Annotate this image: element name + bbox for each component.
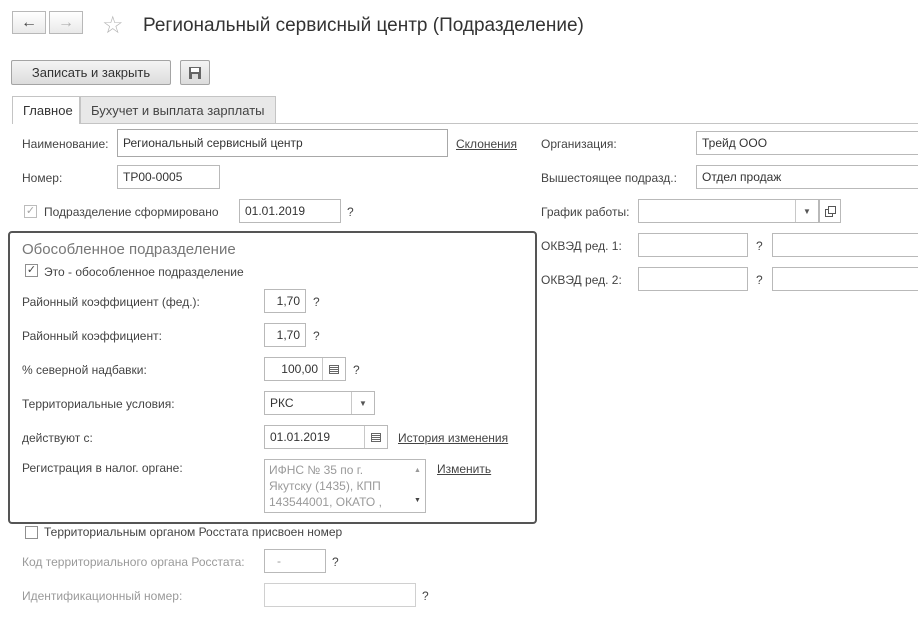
is-separate-checkbox[interactable]: ✓ xyxy=(25,264,38,277)
open-form-icon xyxy=(824,205,836,217)
help-icon[interactable]: ? xyxy=(313,329,320,343)
okved1-input[interactable] xyxy=(638,233,748,257)
scroll-up-icon[interactable]: ▲ xyxy=(414,463,422,479)
formed-checkbox[interactable]: ✓ xyxy=(24,205,37,218)
page-title: Региональный сервисный центр (Подразделе… xyxy=(143,15,584,36)
coef-label: Районный коэффициент: xyxy=(22,329,162,343)
organization-input[interactable]: Трейд ООО xyxy=(696,131,918,155)
number-value: ТР00-0005 xyxy=(123,170,183,184)
name-input[interactable]: Региональный сервисный центр xyxy=(117,129,448,157)
declensions-link[interactable]: Склонения xyxy=(456,137,517,151)
fed-coef-input[interactable]: 1,70 xyxy=(264,289,306,313)
number-input[interactable]: ТР00-0005 xyxy=(117,165,220,189)
valid-from-label: действуют с: xyxy=(22,431,93,445)
tab-divider xyxy=(12,123,918,124)
parent-unit-input[interactable]: Отдел продаж xyxy=(696,165,918,189)
okved2-input[interactable] xyxy=(638,267,748,291)
id-number-label: Идентификационный номер: xyxy=(22,589,183,603)
group-title: Обособленное подразделение xyxy=(22,241,236,258)
floppy-disk-icon xyxy=(189,66,201,79)
organization-label: Организация: xyxy=(541,137,617,151)
formed-label: Подразделение сформировано xyxy=(44,205,219,219)
calculator-icon[interactable] xyxy=(322,358,345,380)
north-bonus-value: 100,00 xyxy=(281,362,318,376)
star-icon[interactable]: ☆ xyxy=(102,11,124,40)
organization-value: Трейд ООО xyxy=(702,136,768,150)
territorial-conditions-label: Территориальные условия: xyxy=(22,397,175,411)
rosstat-assigned-label: Территориальным органом Росстата присвое… xyxy=(44,525,343,539)
valid-from-value: 01.01.2019 xyxy=(270,430,331,444)
arrow-right-icon: → xyxy=(58,13,74,31)
help-icon[interactable]: ? xyxy=(422,589,429,603)
schedule-label: График работы: xyxy=(541,205,630,219)
help-icon[interactable]: ? xyxy=(347,205,354,219)
help-icon[interactable]: ? xyxy=(353,363,360,377)
formed-date-input[interactable]: 01.01.2019 xyxy=(239,199,341,223)
help-icon[interactable]: ? xyxy=(756,273,763,287)
territorial-conditions-select[interactable]: РКС ▼ xyxy=(264,391,375,415)
okved2-label: ОКВЭД ред. 2: xyxy=(541,273,622,287)
history-link[interactable]: История изменения xyxy=(398,431,508,445)
scroll-down-icon[interactable]: ▼ xyxy=(414,493,422,509)
okved2-name-input[interactable] xyxy=(772,267,918,291)
north-bonus-label: % северной надбавки: xyxy=(22,363,147,377)
name-value: Региональный сервисный центр xyxy=(123,136,303,150)
rosstat-assigned-checkbox[interactable] xyxy=(25,526,38,539)
rosstat-code-input[interactable]: - xyxy=(264,549,326,573)
is-separate-label: Это - обособленное подразделение xyxy=(44,265,244,279)
number-label: Номер: xyxy=(22,171,63,185)
save-and-close-button[interactable]: Записать и закрыть xyxy=(11,60,171,85)
parent-unit-label: Вышестоящее подразд.: xyxy=(541,171,677,185)
save-and-close-label: Записать и закрыть xyxy=(31,65,151,80)
tab-accounting-label: Бухучет и выплата зарплаты xyxy=(91,102,265,118)
fed-coef-value: 1,70 xyxy=(276,294,300,308)
schedule-open-button[interactable] xyxy=(819,199,841,223)
okved1-label: ОКВЭД ред. 1: xyxy=(541,239,622,253)
chevron-down-icon[interactable]: ▼ xyxy=(351,392,374,414)
tab-main[interactable]: Главное xyxy=(12,96,80,124)
rosstat-code-label: Код территориального органа Росстата: xyxy=(22,555,245,569)
arrow-left-icon: ← xyxy=(21,13,37,31)
change-link[interactable]: Изменить xyxy=(437,462,491,476)
name-label: Наименование: xyxy=(22,137,109,151)
tax-registration-label: Регистрация в налог. органе: xyxy=(22,461,183,475)
tab-main-label: Главное xyxy=(23,103,73,118)
coef-input[interactable]: 1,70 xyxy=(264,323,306,347)
save-button[interactable] xyxy=(180,60,210,85)
scroll-arrows[interactable]: ▲ ▼ xyxy=(414,463,422,509)
parent-unit-value: Отдел продаж xyxy=(702,170,782,184)
formed-date-value: 01.01.2019 xyxy=(245,204,306,218)
forward-button[interactable]: → xyxy=(49,11,83,34)
back-button[interactable]: ← xyxy=(12,11,46,34)
help-icon[interactable]: ? xyxy=(313,295,320,309)
schedule-input[interactable]: ▼ xyxy=(638,199,819,223)
calendar-icon[interactable] xyxy=(364,426,387,448)
id-number-input[interactable] xyxy=(264,583,416,607)
fed-coef-label: Районный коэффициент (фед.): xyxy=(22,295,200,309)
okved1-name-input[interactable] xyxy=(772,233,918,257)
coef-value: 1,70 xyxy=(276,328,300,342)
help-icon[interactable]: ? xyxy=(756,239,763,253)
rosstat-code-value: - xyxy=(277,554,281,568)
north-bonus-input[interactable]: 100,00 xyxy=(264,357,346,381)
help-icon[interactable]: ? xyxy=(332,555,339,569)
tax-registration-field[interactable]: ИФНС № 35 по г. Якутску (1435), КПП 1435… xyxy=(264,459,426,513)
valid-from-input[interactable]: 01.01.2019 xyxy=(264,425,388,449)
chevron-down-icon[interactable]: ▼ xyxy=(795,200,818,222)
tab-accounting-payroll[interactable]: Бухучет и выплата зарплаты xyxy=(80,96,276,123)
territorial-conditions-value: РКС xyxy=(270,396,294,410)
tax-registration-value: ИФНС № 35 по г. Якутску (1435), КПП 1435… xyxy=(269,463,382,509)
